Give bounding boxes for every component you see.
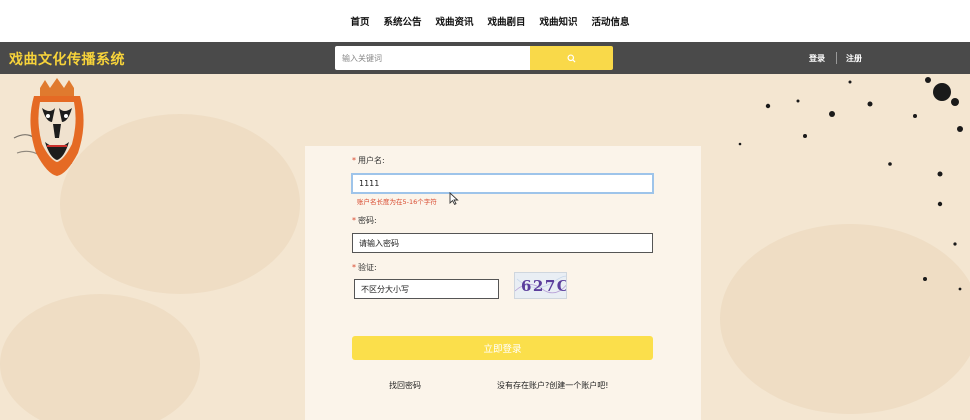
auth-links: 登录 注册 [809, 52, 862, 64]
captcha-input[interactable] [354, 279, 499, 299]
create-account-link[interactable]: 没有存在账户?创建一个账户吧! [497, 380, 608, 391]
site-brand[interactable]: 戏曲文化传播系统 [9, 49, 125, 69]
nav-item-opera-news[interactable]: 戏曲资讯 [435, 14, 473, 28]
search-icon [567, 53, 576, 63]
login-link[interactable]: 登录 [809, 53, 825, 64]
username-label: * 用户名: [352, 156, 385, 165]
header-bar: 戏曲文化传播系统 登录 注册 [0, 42, 970, 74]
nav-item-events[interactable]: 活动信息 [592, 14, 630, 28]
search-input[interactable] [335, 46, 530, 70]
forgot-password-link[interactable]: 找回密码 [389, 380, 421, 391]
ink-splatter-decoration [738, 77, 963, 177]
captcha-text: 627C [521, 277, 567, 295]
password-input[interactable] [352, 233, 653, 253]
nav-item-home[interactable]: 首页 [350, 14, 369, 28]
nav-item-announcements[interactable]: 系统公告 [383, 14, 421, 28]
opera-mask-icon [13, 78, 84, 176]
search-bar [335, 46, 613, 70]
search-button[interactable] [530, 46, 613, 70]
nav-item-opera-repertoire[interactable]: 戏曲剧目 [488, 14, 526, 28]
auth-divider [836, 52, 837, 64]
top-nav-items: 首页 系统公告 戏曲资讯 戏曲剧目 戏曲知识 活动信息 [350, 14, 629, 28]
captcha-image[interactable]: 627C [514, 272, 567, 299]
top-nav: 首页 系统公告 戏曲资讯 戏曲剧目 戏曲知识 活动信息 [0, 0, 970, 42]
password-label: * 密码: [352, 216, 377, 225]
register-link[interactable]: 注册 [846, 53, 862, 64]
login-submit-button[interactable]: 立即登录 [352, 336, 653, 360]
captcha-label: * 验证: [352, 263, 377, 272]
nav-item-opera-knowledge[interactable]: 戏曲知识 [540, 14, 578, 28]
username-error: 账户名长度为在5-16个字符 [357, 198, 437, 206]
mouse-cursor-icon [449, 192, 459, 205]
username-input[interactable] [351, 173, 654, 194]
ink-splatter-right-decoration [923, 201, 962, 291]
